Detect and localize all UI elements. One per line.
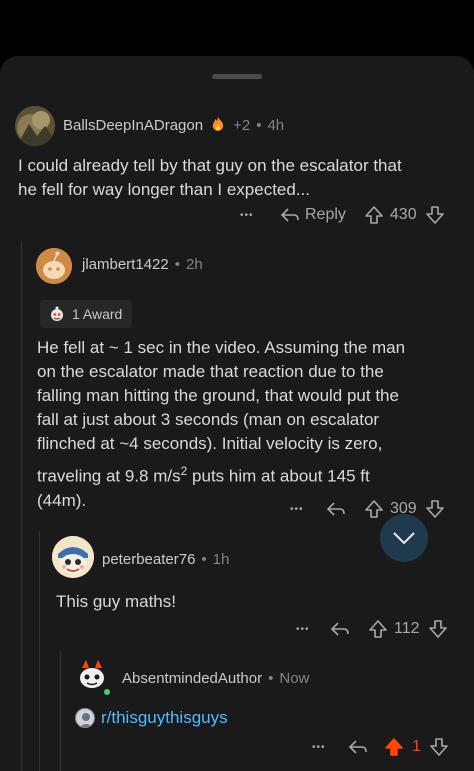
avatar[interactable] — [36, 248, 72, 284]
reply-button[interactable]: Reply — [280, 206, 346, 224]
upvote-button[interactable] — [364, 499, 384, 519]
text-fragment: traveling at 9.8 m/s — [37, 466, 181, 486]
comment-text-line: This guy maths! — [56, 592, 176, 611]
thread-line[interactable] — [39, 531, 40, 771]
more-options-button[interactable]: ••• — [296, 624, 330, 635]
comment-actions: ••• 1 — [312, 736, 449, 758]
comment-text-line: he fell for way longer than I expected..… — [18, 180, 311, 199]
community-link-text: r/thisguythisguys — [101, 708, 228, 727]
comment-text-line: on the escalator made that reaction due … — [37, 362, 384, 381]
thread-line[interactable] — [60, 651, 61, 771]
chevron-down-icon — [393, 532, 415, 545]
sheet-drag-handle[interactable] — [212, 74, 262, 79]
vote-score: 430 — [389, 206, 417, 223]
upvote-arrow-icon — [365, 206, 383, 224]
username[interactable]: BallsDeepInADragon — [63, 117, 203, 134]
more-options-button[interactable]: ••• — [312, 742, 348, 753]
award-label: 1 Award — [72, 306, 123, 322]
community-link[interactable]: r/thisguythisguys — [75, 708, 228, 728]
downvote-arrow-icon — [425, 206, 444, 224]
comment-actions: ••• 309 — [290, 498, 445, 520]
avatar[interactable] — [52, 536, 94, 578]
comment-actions: ••• 112 — [296, 618, 448, 640]
avatar-image — [15, 106, 55, 146]
upvote-button[interactable] — [384, 737, 404, 757]
upvote-button[interactable] — [368, 619, 388, 639]
reply-icon — [348, 740, 367, 754]
reply-button[interactable] — [348, 739, 368, 755]
username[interactable]: peterbeater76 — [102, 551, 195, 568]
upvote-arrow-icon-active — [385, 738, 403, 756]
award-extra-count: +2 — [233, 116, 251, 134]
downvote-button[interactable] — [425, 205, 445, 225]
downvote-button[interactable] — [425, 499, 445, 519]
comment-text-line: fall at just about 3 seconds (man on esc… — [37, 410, 380, 429]
comment-body: This guy maths! — [56, 590, 176, 614]
timestamp: 1h — [212, 551, 230, 568]
vote-score: 112 — [394, 620, 420, 637]
comment-sheet: BallsDeepInADragon +2 • 4h I could alrea… — [0, 56, 474, 771]
more-options-button[interactable]: ••• — [240, 210, 274, 221]
timestamp: 4h — [267, 116, 285, 134]
separator: • — [174, 256, 180, 273]
snoo-avatar-image — [36, 248, 72, 284]
separator: • — [256, 116, 262, 134]
comment-header: peterbeater76 • 1h — [102, 551, 229, 568]
separator: • — [201, 551, 207, 568]
upvote-button[interactable] — [364, 205, 384, 225]
reply-icon — [330, 622, 349, 636]
downvote-arrow-icon — [430, 738, 448, 756]
comment-body: I could already tell by that guy on the … — [18, 154, 463, 202]
upvote-arrow-icon — [369, 620, 387, 638]
comment-header: BallsDeepInADragon +2 • 4h — [63, 116, 284, 134]
thread-line[interactable] — [21, 241, 22, 771]
username[interactable]: jlambert1422 — [82, 256, 169, 273]
award-icon — [51, 306, 63, 321]
downvote-arrow-icon — [425, 500, 444, 518]
snoo-avatar-image — [52, 536, 94, 578]
comment-text-line: I could already tell by that guy on the … — [18, 156, 402, 175]
flame-award-icon — [209, 116, 227, 134]
reply-label: Reply — [305, 206, 346, 223]
avatar[interactable] — [72, 656, 112, 697]
text-fragment: puts him at about 145 ft — [187, 466, 370, 486]
comment-header: AbsentmindedAuthor • Now — [122, 670, 309, 687]
downvote-arrow-icon — [428, 620, 447, 638]
downvote-button[interactable] — [428, 619, 448, 639]
reply-icon — [326, 502, 345, 516]
comment-actions: ••• Reply 430 — [240, 204, 445, 226]
comment-header: jlambert1422 • 2h — [82, 256, 203, 273]
timestamp: Now — [279, 670, 310, 687]
next-comment-button[interactable] — [380, 514, 428, 562]
vote-score: 1 — [412, 738, 421, 755]
upvote-arrow-icon — [365, 500, 383, 518]
reply-button[interactable] — [326, 501, 346, 517]
award-badge[interactable]: 1 Award — [40, 300, 133, 328]
community-icon — [75, 708, 95, 728]
separator: • — [268, 670, 274, 687]
comment-text-line: falling man hitting the ground, that wou… — [37, 386, 399, 405]
comment-body: He fell at ~ 1 sec in the video. Assumin… — [37, 336, 467, 513]
comment-text-line: flinched at ~4 seconds). Initial velocit… — [37, 434, 383, 453]
more-options-button[interactable]: ••• — [290, 504, 326, 515]
timestamp: 2h — [185, 256, 203, 273]
reply-icon — [280, 208, 299, 222]
reply-button[interactable] — [330, 621, 350, 637]
online-status-dot — [102, 687, 112, 697]
downvote-button[interactable] — [429, 737, 449, 757]
comment-text-line: He fell at ~ 1 sec in the video. Assumin… — [37, 338, 406, 357]
avatar[interactable] — [15, 106, 55, 146]
comment-text-line: traveling at 9.8 m/s2 puts him at about … — [37, 459, 467, 489]
username[interactable]: AbsentmindedAuthor — [122, 670, 262, 687]
